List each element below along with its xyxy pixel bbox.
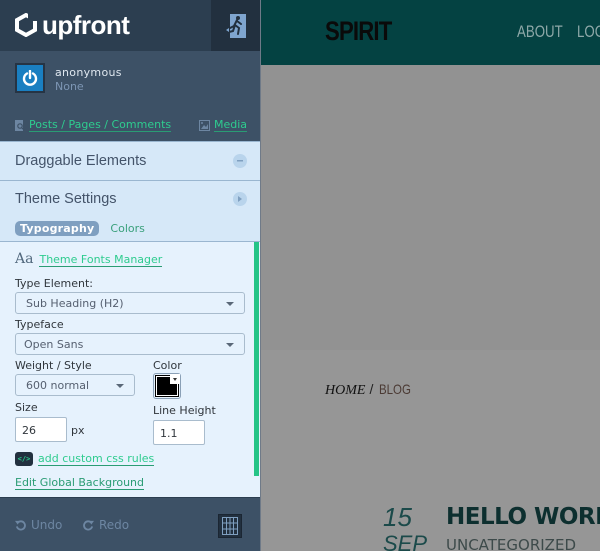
document-search-icon [15, 119, 25, 131]
color-picker[interactable] [153, 373, 181, 399]
upfront-logo-icon [15, 13, 38, 37]
image-icon [198, 119, 210, 131]
scrollbar[interactable] [254, 242, 259, 476]
hero-region [261, 65, 600, 350]
line-height-label: Line Height [153, 404, 216, 417]
theme-settings-panel: Theme Settings Typography Colors [0, 180, 260, 241]
typeface-select[interactable]: Open Sans [15, 333, 245, 355]
theme-fonts-manager[interactable]: Aa Theme Fonts Manager [15, 251, 163, 267]
custom-css-rules[interactable]: </> add custom css rules [15, 452, 155, 466]
theme-settings-title[interactable]: Theme Settings [15, 191, 117, 207]
media-label[interactable]: Media [213, 118, 247, 132]
weight-style-label: Weight / Style [15, 359, 92, 372]
chevron-down-icon [226, 302, 234, 306]
content-links: Posts / Pages / Comments Media [15, 118, 247, 132]
type-element-label: Type Element: [15, 277, 94, 290]
post-title[interactable]: HELLO WORL [446, 504, 600, 530]
power-icon [22, 70, 38, 86]
chevron-down-icon [170, 374, 180, 384]
undo-icon [15, 519, 26, 530]
chevron-down-icon [116, 384, 124, 388]
chevron-down-icon [226, 343, 234, 347]
draggable-elements-panel[interactable]: Draggable Elements [0, 141, 260, 180]
nav-login[interactable]: LOG [577, 22, 600, 42]
posts-pages-comments-link[interactable]: Posts / Pages / Comments [15, 118, 172, 132]
nav-about[interactable]: ABOUT [517, 22, 563, 42]
type-element-select[interactable]: Sub Heading (H2) [15, 292, 245, 314]
size-input[interactable]: 26 [15, 417, 67, 442]
redo-button[interactable]: Redo [83, 518, 129, 532]
site-header: SPIRIT ABOUT LOG [261, 0, 600, 65]
typography-settings: Aa Theme Fonts Manager Type Element: Sub… [0, 241, 260, 497]
breadcrumb-current: BLOG [379, 381, 412, 397]
grid-toggle-button[interactable] [218, 514, 242, 538]
site-title[interactable]: SPIRIT [325, 16, 392, 47]
size-label: Size [15, 401, 38, 414]
upfront-logo: upfront [14, 10, 130, 40]
sidebar-header: upfront [0, 0, 260, 51]
avatar [15, 63, 45, 93]
breadcrumb-home[interactable]: HOME [325, 383, 365, 399]
post-category[interactable]: UNCATEGORIZED [446, 536, 576, 551]
media-link[interactable]: Media [198, 118, 247, 132]
line-height-input[interactable]: 1.1 [153, 420, 205, 445]
post-date-month: SEP [383, 531, 428, 551]
exit-running-man-icon [225, 13, 246, 38]
font-icon: Aa [15, 251, 34, 267]
collapse-toggle-icon[interactable] [233, 154, 247, 168]
breadcrumb: HOME / BLOG [325, 381, 418, 399]
typeface-label: Typeface [15, 318, 64, 331]
undo-button[interactable]: Undo [15, 518, 62, 532]
breadcrumb-separator: / [369, 381, 374, 397]
color-label: Color [153, 359, 182, 372]
chevron-right-icon[interactable] [233, 192, 247, 206]
redo-label: Redo [99, 518, 130, 532]
bottom-toolbar: Undo Redo [0, 497, 260, 551]
theme-settings-tabs: Typography Colors [15, 220, 150, 236]
draggable-elements-title[interactable]: Draggable Elements [15, 153, 146, 169]
typeface-value: Open Sans [24, 338, 84, 351]
user-name: anonymous [55, 66, 122, 79]
site-preview: SPIRIT ABOUT LOG HOME / BLOG 15 SEP HELL… [260, 0, 600, 551]
type-element-value: Sub Heading (H2) [26, 297, 124, 310]
weight-style-value: 600 normal [26, 379, 90, 392]
brand-name: upfront [42, 10, 130, 40]
posts-pages-comments-label[interactable]: Posts / Pages / Comments [29, 118, 172, 132]
tab-colors[interactable]: Colors [105, 221, 149, 236]
weight-style-select[interactable]: 600 normal [15, 374, 135, 396]
size-unit: px [71, 424, 85, 437]
tab-typography[interactable]: Typography [15, 220, 100, 236]
add-custom-css-link[interactable]: add custom css rules [38, 452, 155, 466]
grid-icon [222, 517, 238, 535]
undo-label: Undo [31, 518, 63, 532]
theme-fonts-manager-link[interactable]: Theme Fonts Manager [39, 253, 163, 267]
exit-editor-button[interactable] [211, 0, 260, 51]
code-icon: </> [15, 452, 33, 466]
user-role: None [55, 80, 84, 93]
upfront-sidebar: upfront anonymous None Posts / Pages / C… [0, 0, 260, 551]
post-date-day: 15 [383, 502, 412, 532]
redo-icon [83, 519, 94, 530]
edit-global-background-link[interactable]: Edit Global Background [15, 476, 145, 490]
